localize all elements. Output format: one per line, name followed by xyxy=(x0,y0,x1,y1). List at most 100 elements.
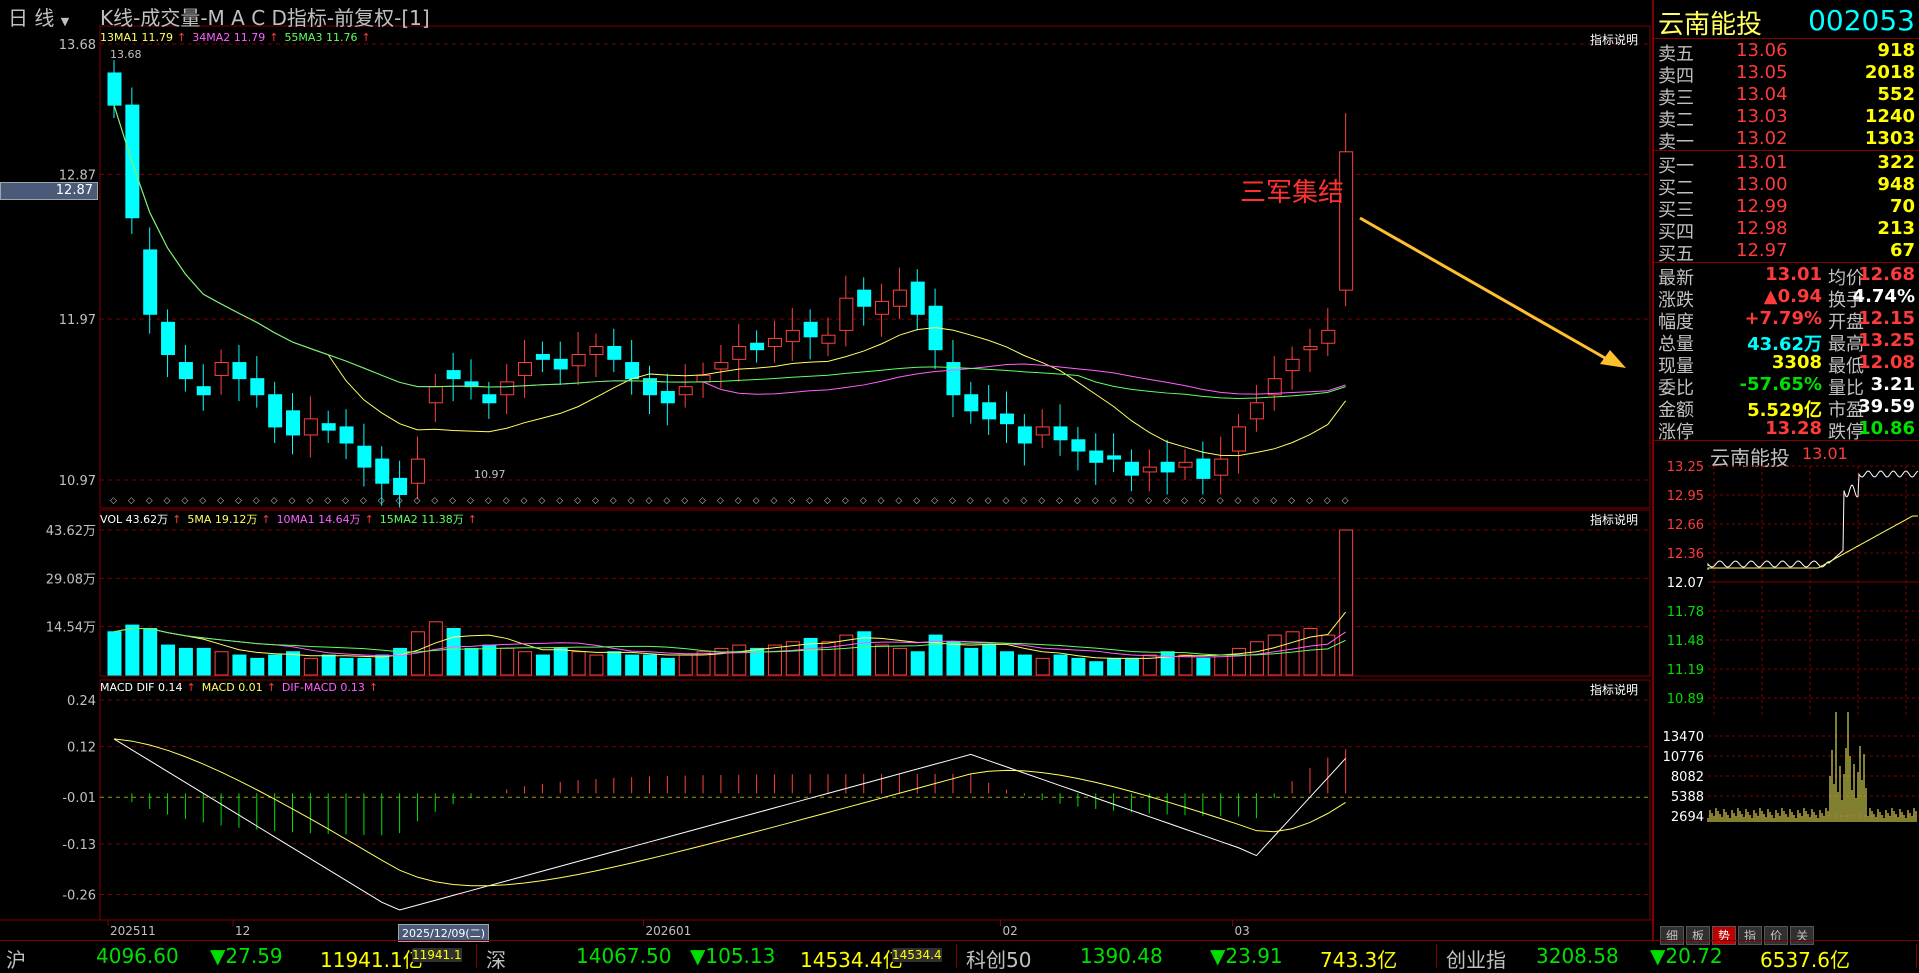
candle-body[interactable] xyxy=(1196,458,1211,479)
candle-body[interactable] xyxy=(1071,439,1086,452)
candle-body[interactable] xyxy=(1267,378,1282,396)
intraday-mini-chart[interactable]: 13.25 12.95 12.66 12.36 12.07 11.78 11.48 11.19… xyxy=(1654,446,1919,926)
candle-body[interactable] xyxy=(268,394,283,428)
index-change: ▼20.72 xyxy=(1650,944,1723,968)
candle-body[interactable] xyxy=(910,281,925,315)
candle-body[interactable] xyxy=(1089,450,1104,463)
sell-volume: 1240 xyxy=(1864,106,1915,127)
candle-body[interactable] xyxy=(303,418,318,436)
candle-body[interactable] xyxy=(196,386,211,396)
candle-body[interactable] xyxy=(393,477,408,495)
indicator-note-volume[interactable]: 指标说明 xyxy=(1590,511,1638,528)
candle-body[interactable] xyxy=(1232,426,1247,452)
candle-body[interactable] xyxy=(250,378,265,396)
main-chart-area[interactable]: 13.68 12.87 11.97 10.97 13.68 10.97 ◇ ◇ ◇ ◇ ◇ ◇ ◇ ◇ ◇ ◇… xyxy=(0,0,1652,942)
macd-tick-label: -0.26 xyxy=(62,888,96,903)
candle-body[interactable] xyxy=(214,362,229,376)
buy-row[interactable]: 买二 13.00 948 xyxy=(1658,174,1917,199)
candle-body[interactable] xyxy=(982,402,997,420)
candle-body[interactable] xyxy=(750,342,765,351)
period-label[interactable]: 日 线 xyxy=(8,6,54,30)
index-amount: 743.3亿 xyxy=(1320,948,1398,972)
candle-body[interactable] xyxy=(678,386,693,396)
candle-body[interactable] xyxy=(161,321,176,356)
candle-body[interactable] xyxy=(1053,426,1068,441)
indicator-note-macd[interactable]: 指标说明 xyxy=(1590,681,1638,698)
candle-body[interactable] xyxy=(482,394,497,404)
candle-body[interactable] xyxy=(696,374,711,383)
index-name[interactable]: 沪 xyxy=(6,944,26,973)
candle-body[interactable] xyxy=(1285,358,1300,372)
candle-body[interactable] xyxy=(839,297,854,331)
candle-body[interactable] xyxy=(1000,413,1014,425)
candle-body[interactable] xyxy=(178,362,193,380)
candle-body[interactable] xyxy=(339,426,354,444)
buy-row[interactable]: 买四 12.98 213 xyxy=(1658,218,1917,243)
sell-row[interactable]: 卖二 13.03 1240 xyxy=(1658,106,1917,131)
candle-body[interactable] xyxy=(500,381,515,396)
candle-body[interactable] xyxy=(107,72,122,106)
candle-body[interactable] xyxy=(410,458,425,484)
buy-row[interactable]: 买一 13.01 322 xyxy=(1658,152,1917,177)
candle-body[interactable] xyxy=(375,458,390,484)
candle-body[interactable] xyxy=(553,358,568,370)
divider xyxy=(1654,262,1919,263)
candle-body[interactable] xyxy=(1160,461,1175,473)
candle-body[interactable] xyxy=(1017,426,1032,444)
candle-body[interactable] xyxy=(143,249,158,315)
candle-body[interactable] xyxy=(785,329,800,343)
candle-body[interactable] xyxy=(446,370,461,380)
candle-body[interactable] xyxy=(1124,461,1139,476)
candle-body[interactable] xyxy=(892,289,907,307)
indicator-note-kline[interactable]: 指标说明 xyxy=(1590,31,1638,48)
candle-body[interactable] xyxy=(714,362,729,370)
candle-body[interactable] xyxy=(1142,466,1157,473)
volume-bar xyxy=(500,647,515,676)
candle-body[interactable] xyxy=(875,300,890,315)
candle-body[interactable] xyxy=(589,345,604,356)
sell-row[interactable]: 卖五 13.06 918 xyxy=(1658,40,1917,65)
chevron-down-icon[interactable]: ▼ xyxy=(61,15,69,28)
diamond-marker-icon: ◇ xyxy=(217,496,224,506)
candle-body[interactable] xyxy=(767,337,782,347)
candle-body[interactable] xyxy=(964,394,979,412)
candle-body[interactable] xyxy=(1303,345,1318,351)
candle-body[interactable] xyxy=(803,321,818,338)
diamond-marker-icon: ◇ xyxy=(1110,496,1117,506)
sell-row[interactable]: 卖一 13.02 1303 xyxy=(1658,128,1917,153)
candle-body[interactable] xyxy=(1321,329,1336,344)
index-name[interactable]: 深 xyxy=(486,944,506,973)
sell-row[interactable]: 卖四 13.05 2018 xyxy=(1658,62,1917,87)
diamond-marker-icon: ◇ xyxy=(467,496,474,506)
candle-body[interactable] xyxy=(821,334,836,344)
candle-body[interactable] xyxy=(535,354,550,360)
candle-body[interactable] xyxy=(518,362,533,376)
period-selector[interactable]: 日 线 ▼ xyxy=(8,2,69,31)
mini-vol-tick: 10776 xyxy=(1663,750,1704,765)
index-name[interactable]: 科创50 xyxy=(966,944,1031,973)
candle-body[interactable] xyxy=(625,362,640,380)
kline-svg[interactable]: 13.68 12.87 11.97 10.97 13.68 10.97 ◇ ◇ ◇ ◇ ◇ ◇ ◇ ◇ ◇ ◇… xyxy=(0,0,1652,940)
candle-body[interactable] xyxy=(428,386,443,404)
candle-body[interactable] xyxy=(286,410,300,436)
index-value: 14067.50 xyxy=(576,944,672,968)
index-name[interactable]: 创业指 xyxy=(1446,944,1506,973)
buy-row[interactable]: 买五 12.97 67 xyxy=(1658,240,1917,265)
candle-body[interactable] xyxy=(607,345,622,360)
annotation-arrow xyxy=(1359,216,1613,364)
candle-body[interactable] xyxy=(1249,402,1264,420)
candle-body[interactable] xyxy=(1107,455,1122,460)
candle-body[interactable] xyxy=(1035,426,1050,436)
candle-body[interactable] xyxy=(732,345,747,360)
candle-body[interactable] xyxy=(1214,458,1229,476)
candle-body[interactable] xyxy=(357,445,372,468)
mini-price-tick: 12.66 xyxy=(1667,518,1704,533)
sell-row[interactable]: 卖三 13.04 552 xyxy=(1658,84,1917,109)
candle-body[interactable] xyxy=(571,354,586,367)
candle-body[interactable] xyxy=(321,423,336,431)
buy-row[interactable]: 买三 12.99 70 xyxy=(1658,196,1917,221)
candle-body[interactable] xyxy=(1178,461,1193,468)
candle-body[interactable] xyxy=(660,391,675,404)
candle-body[interactable] xyxy=(857,289,872,307)
candle-body[interactable] xyxy=(232,362,247,380)
